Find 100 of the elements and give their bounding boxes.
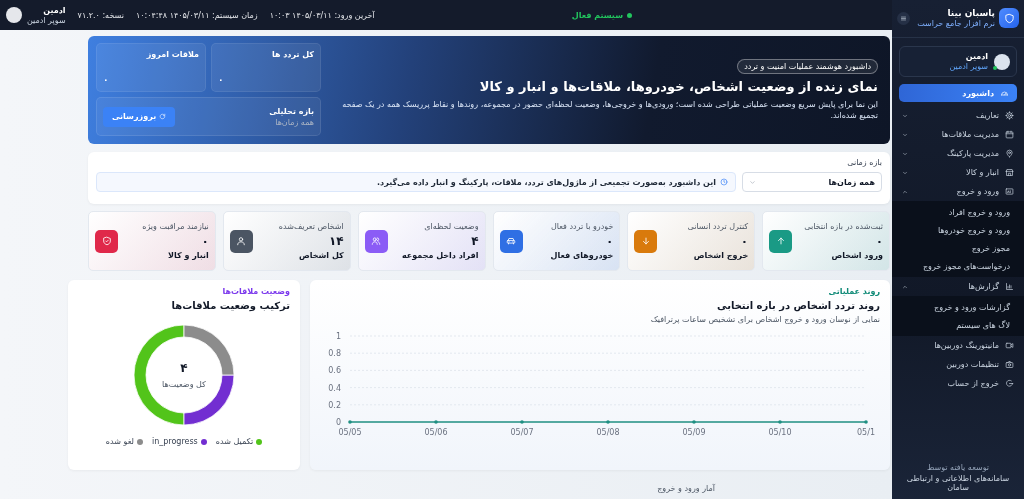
stat-caption: کنترل تردد انسانی: [686, 222, 749, 231]
video-camera-icon: [1005, 341, 1014, 350]
x-tick-label: 05/08: [596, 428, 620, 437]
settings-icon: [1005, 111, 1014, 120]
range-value: همه زمان‌ها: [274, 117, 314, 127]
arrow-up-icon: [775, 236, 786, 246]
stat-label: انبار و کالا: [167, 251, 209, 260]
chevron-icon: [749, 178, 756, 186]
card-eyebrow: وضعیت ملاقات‌ها: [221, 287, 290, 296]
submenu-item[interactable]: لاگ های سیستم: [892, 316, 1024, 334]
x-tick-label: 05/06: [424, 428, 448, 437]
nav-item[interactable]: مدیریت پارکینگ: [894, 144, 1022, 163]
stat-caption: اشخاص تعریف‌شده: [277, 222, 344, 231]
hero-badge: داشبورد هوشمند عملیات امنیت و تردد: [737, 58, 878, 74]
tile-value: ۰: [218, 75, 225, 85]
pin-icon: [1005, 149, 1014, 158]
stat-caption: ثبت‌شده در بازه انتخابی: [803, 222, 883, 231]
legend-item: تکمیل شده: [215, 437, 263, 446]
nav-item[interactable]: داشبورد: [899, 84, 1017, 102]
brand-name: پاسبان بینا: [946, 8, 995, 18]
stat-caption: وضعیت لحظه‌ای: [423, 222, 479, 231]
system-status: سیستم فعال: [571, 10, 632, 20]
bar-chart-icon: [1005, 282, 1014, 291]
donut-total: ۴: [180, 361, 188, 375]
hero-title: نمای زنده از وضعیت اشخاص، خودروها، ملاقات‌ها و انبار و کالا: [479, 78, 878, 94]
y-tick-label: 0.8: [328, 349, 341, 359]
submenu-item[interactable]: درخواست‌های مجوز خروج: [892, 257, 1024, 275]
info-text: این داشبورد به‌صورت تجمیعی از ماژول‌های تردد، ملاقات، پارکینگ و انبار داده می‌گیرد.: [377, 177, 716, 187]
nav-item[interactable]: خروج از حساب: [894, 374, 1022, 393]
x-tick-label: 05/10: [768, 428, 792, 437]
donut-total-label: کل وضعیت‌ها: [162, 380, 206, 389]
stat-label: ورود اشخاص: [830, 251, 883, 260]
tile-label: کل تردد ها: [270, 50, 314, 59]
section-title: آمار ورود و خروج: [657, 484, 715, 493]
stat-label: افراد داخل مجموعه: [400, 251, 479, 260]
y-tick-label: 1: [335, 332, 341, 341]
y-tick-label: 0.6: [328, 366, 341, 376]
menu-icon: [900, 14, 907, 22]
stat-caption: خودرو با تردد فعال: [550, 222, 614, 231]
gauge-icon: [1000, 88, 1009, 98]
stat-value: ۰: [605, 234, 614, 248]
brand-tagline: نرم افزار جامع حراست: [916, 19, 995, 28]
nav-item[interactable]: ورود و خروج: [894, 182, 1022, 201]
x-tick-label: 05/1: [857, 428, 875, 437]
footer-text: سامانه‌های اطلاعاتی و ارتباطی سامان: [905, 473, 1011, 493]
user-icon: [236, 236, 247, 246]
submenu-item[interactable]: مجوز خروج: [892, 239, 1024, 257]
clock-icon: [720, 178, 728, 186]
menu-button[interactable]: [897, 11, 910, 25]
tile-label: ملاقات امروز: [145, 50, 199, 59]
user-role: سوپر ادمین: [949, 62, 988, 71]
footer-text: توسعه یافته توسط: [926, 462, 990, 472]
stat-label: خودروهای فعال: [549, 251, 614, 260]
system-time: زمان سیستم: ۱۴۰۵/۰۳/۱۱ ۱۰:۰۴:۴۸: [135, 10, 258, 20]
user-name: ادمین: [42, 5, 66, 15]
stat-value: ۱۴: [328, 234, 344, 248]
stat-label: کل اشخاص: [297, 251, 344, 260]
avatar: [6, 7, 22, 23]
x-tick-label: 05/09: [682, 428, 706, 437]
stat-value: ۰: [739, 234, 749, 248]
refresh-button[interactable]: بروزرسانی: [103, 106, 176, 127]
user-role: سوپر ادمین: [27, 15, 66, 25]
y-tick-label: 0: [335, 418, 341, 427]
user-name: ادمین: [964, 52, 988, 61]
stat-label: خروج اشخاص: [692, 251, 749, 260]
nav-item[interactable]: تعاریف: [894, 106, 1022, 125]
x-tick-label: 05/07: [510, 428, 534, 437]
arrow-down-icon: [640, 236, 651, 246]
shield-check-icon: [101, 236, 112, 246]
store-icon: [1005, 168, 1014, 177]
nav-item[interactable]: انبار و کالا: [894, 163, 1022, 182]
submenu-item[interactable]: ورود و خروج افراد: [892, 203, 1024, 221]
stat-value: ۰: [874, 234, 883, 248]
tile-value: ۰: [103, 75, 110, 85]
y-tick-label: 0.4: [328, 383, 341, 393]
submenu-item[interactable]: ورود و خروج خودروها: [892, 221, 1024, 239]
y-tick-label: 0.2: [328, 400, 341, 410]
stat-caption: نیازمند مراقبت ویژه: [141, 222, 209, 231]
logout-icon: [1005, 379, 1014, 388]
car-icon: [506, 236, 516, 246]
card-eyebrow: روند عملیاتی: [827, 287, 880, 296]
nav-item[interactable]: گزارش‌ها: [894, 277, 1022, 296]
time-range-select[interactable]: همه زمان‌ها: [742, 172, 882, 192]
card-title: روند تردد اشخاص در بازه انتخابی: [716, 300, 880, 311]
nav-item[interactable]: تنظیمات دوربین: [894, 355, 1022, 374]
field-label: بازه زمانی: [846, 158, 882, 167]
stat-value: ۰: [200, 234, 209, 248]
id-card-icon: [1005, 187, 1014, 196]
stat-value: ۴: [470, 234, 479, 248]
x-tick-label: 05/05: [338, 428, 362, 437]
nav-item[interactable]: مدیریت ملاقات‌ها: [894, 125, 1022, 144]
card-title: ترکیب وضعیت ملاقات‌ها: [170, 300, 290, 311]
nav-item[interactable]: مانیتورینگ دوربین‌ها: [894, 336, 1022, 355]
users-icon: [371, 236, 382, 246]
card-subtitle: نمایی از نوسان ورود و خروج اشخاص برای تشخیص ساعات پرترافیک: [649, 315, 880, 324]
legend-item: in_progress: [151, 437, 207, 446]
hero-description: این نما برای پایش سریع وضعیت عملیاتی طراحی شده است؛ ورودی‌ها و خروجی‌ها، وضعیت لحظه‌ای حضور در مجموعه، روندها و نقاط پرریسک همه در یک صفحه تجمیع شده‌اند.: [341, 98, 878, 122]
range-label: بازه تحلیلی: [268, 106, 314, 116]
camera-icon: [1005, 360, 1014, 369]
submenu-item[interactable]: گزارشات ورود و خروج: [892, 298, 1024, 316]
